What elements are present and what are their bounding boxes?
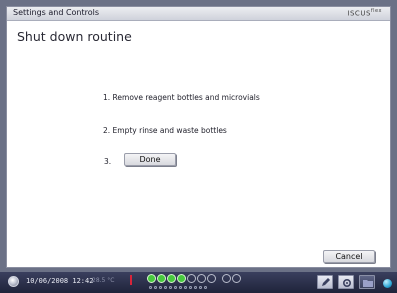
mini-slot [199,286,202,289]
mini-slot [184,286,187,289]
settings-window: Settings and Controls ISCUSflex Shut dow… [6,6,391,268]
mini-slot [149,286,152,289]
slot-indicator [147,274,156,283]
slot-indicator [167,274,176,283]
mini-slot [169,286,172,289]
edit-button[interactable] [317,275,333,289]
temperature-display: 28.5 °C [92,277,115,284]
page-title: Shut down routine [17,29,132,44]
folder-button[interactable] [359,275,375,289]
mini-slot [174,286,177,289]
slot-indicator [177,274,186,283]
network-icon[interactable] [383,279,392,288]
slot-indicator [197,274,206,283]
gear-icon [342,278,352,288]
slot-indicator [232,274,241,283]
cancel-button[interactable]: Cancel [323,250,375,263]
slot-indicator [222,274,231,283]
datetime-display: 10/06/2008 12:42 [26,277,94,285]
mini-slot [204,286,207,289]
settings-button[interactable] [338,275,354,289]
folder-icon [363,280,373,287]
mini-slot [154,286,157,289]
window-title: Settings and Controls [13,8,100,17]
alarm-indicator [130,275,132,285]
edit-icon [322,278,330,286]
mini-slot [194,286,197,289]
mini-slot-indicators [149,286,209,290]
brand-name: ISCUS [347,9,371,18]
mini-slot [179,286,182,289]
brand-sup: flex [370,8,382,14]
slot-indicator [187,274,196,283]
power-icon[interactable] [8,276,19,287]
step-3-number: 3. [104,157,112,166]
step-1-text: 1. Remove reagent bottles and microvials [103,93,260,102]
window-titlebar: Settings and Controls ISCUSflex [7,7,390,21]
slot-indicator [207,274,216,283]
done-button[interactable]: Done [124,153,176,166]
mini-slot [159,286,162,289]
slot-indicator [157,274,166,283]
step-2-text: 2. Empty rinse and waste bottles [103,126,227,135]
mini-slot [164,286,167,289]
mini-slot [189,286,192,289]
brand-logo: ISCUSflex [347,8,382,17]
